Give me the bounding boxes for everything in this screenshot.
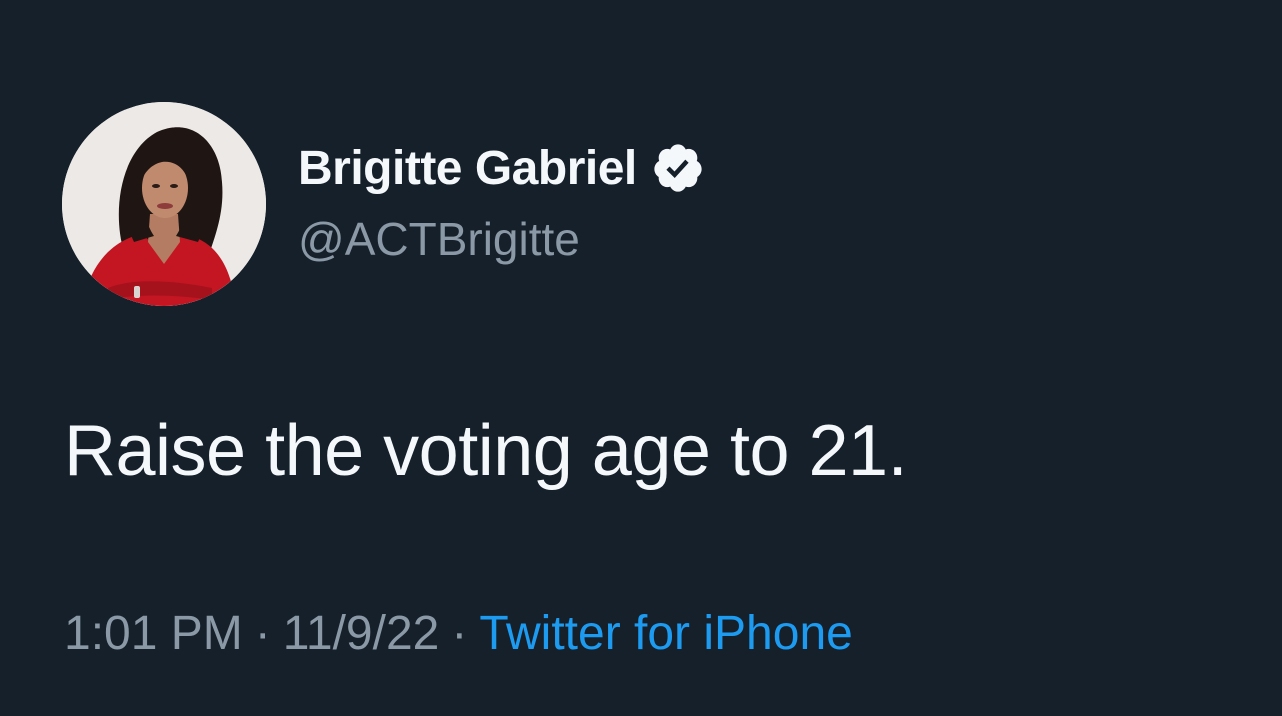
verified-badge-icon xyxy=(651,141,705,195)
tweet-date[interactable]: 11/9/22 xyxy=(283,606,440,661)
tweet-text: Raise the voting age to 21. xyxy=(64,411,908,491)
tweet-meta: 1:01 PM · 11/9/22 · Twitter for iPhone xyxy=(64,606,853,661)
avatar-photo xyxy=(62,102,266,306)
tweet-source-link[interactable]: Twitter for iPhone xyxy=(479,606,853,661)
user-handle[interactable]: @ACTBrigitte xyxy=(298,212,580,266)
tweet-time[interactable]: 1:01 PM xyxy=(64,606,243,661)
meta-separator: · xyxy=(451,607,468,660)
tweet-card: Brigitte Gabriel @ACTBrigitte Raise the … xyxy=(0,0,1282,716)
avatar[interactable] xyxy=(62,102,266,306)
display-name[interactable]: Brigitte Gabriel xyxy=(298,141,637,196)
display-name-row: Brigitte Gabriel xyxy=(298,138,705,198)
meta-separator: · xyxy=(254,607,271,660)
